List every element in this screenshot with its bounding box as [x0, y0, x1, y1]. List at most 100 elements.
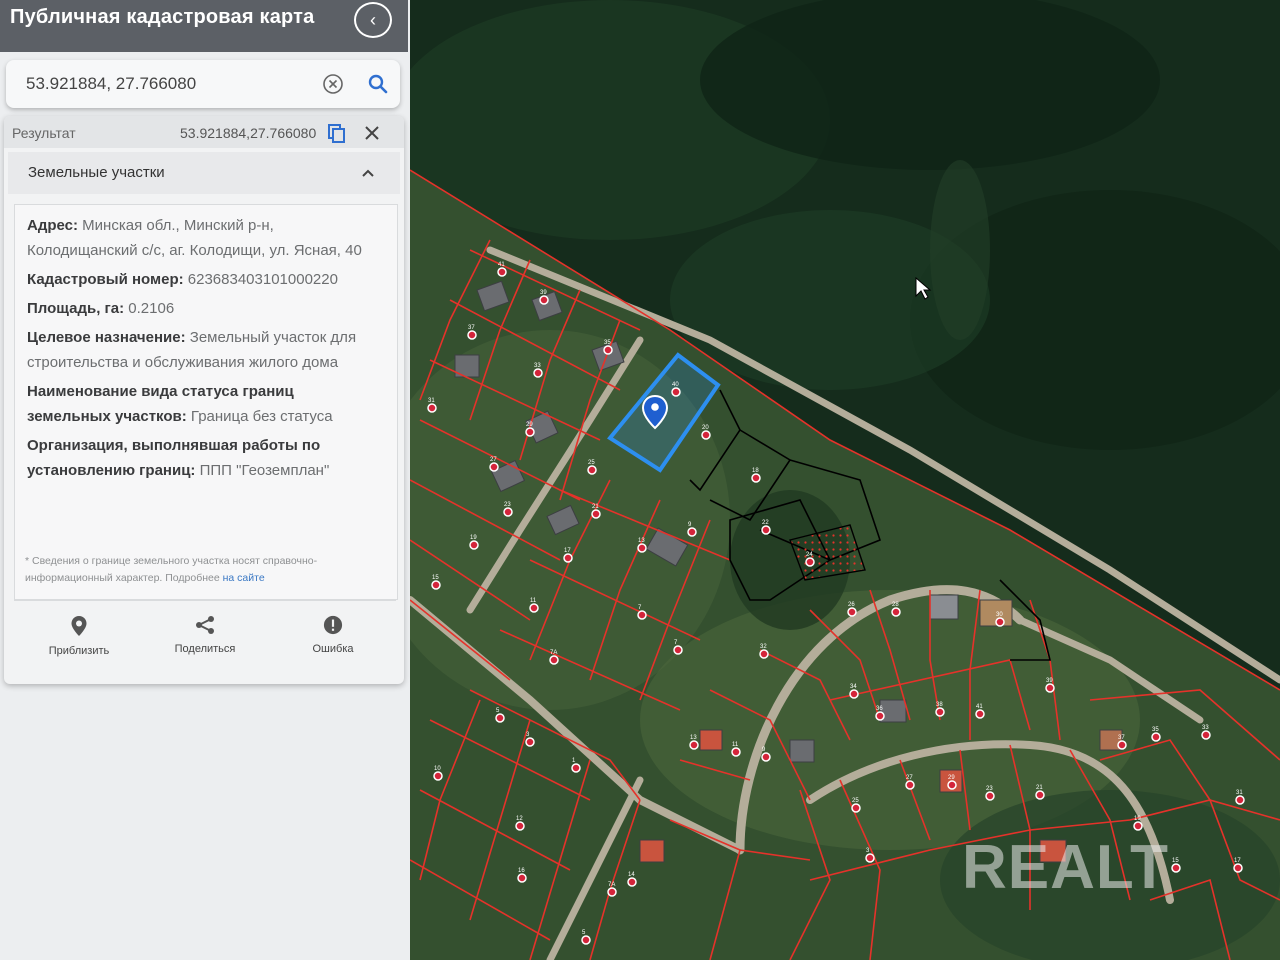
plot-marker[interactable] [875, 711, 885, 721]
plot-marker[interactable] [849, 689, 859, 699]
report-error-button[interactable]: Ошибка [278, 615, 388, 657]
plot-number-label: 23 [504, 502, 511, 508]
plot-marker[interactable] [587, 465, 597, 475]
sidebar: Публичная кадастровая карта ‹ Результат … [0, 0, 410, 960]
plot-marker[interactable] [603, 345, 613, 355]
plot-marker[interactable] [431, 580, 441, 590]
location-pin-icon [71, 616, 87, 636]
plot-number-label: 15 [1172, 858, 1179, 864]
share-button[interactable]: Поделиться [150, 615, 260, 657]
plot-marker[interactable] [975, 709, 985, 719]
plot-number-label: 33 [534, 363, 541, 369]
plot-marker[interactable] [489, 462, 499, 472]
forest-clearing [930, 160, 990, 340]
search-input[interactable] [24, 72, 308, 96]
plot-marker[interactable] [571, 763, 581, 773]
clear-icon[interactable] [322, 73, 344, 95]
plot-marker[interactable] [947, 780, 957, 790]
plot-marker[interactable] [1151, 732, 1161, 742]
plot-marker[interactable] [515, 821, 525, 831]
search-box [6, 60, 400, 108]
plot-marker[interactable] [847, 607, 857, 617]
plot-marker[interactable] [503, 507, 513, 517]
plot-marker[interactable] [525, 427, 535, 437]
plot-number-label: 21 [592, 504, 599, 510]
plot-number-label: 31 [428, 398, 435, 404]
plot-marker[interactable] [761, 752, 771, 762]
plot-marker[interactable] [591, 509, 601, 519]
plot-marker[interactable] [469, 540, 479, 550]
boundary-status-field: Наименование вида статуса границ земельн… [27, 379, 377, 429]
plot-marker[interactable] [995, 617, 1005, 627]
plot-marker[interactable] [1133, 821, 1143, 831]
plot-marker[interactable] [805, 557, 815, 567]
plot-number-label: 24 [806, 552, 813, 558]
plot-marker[interactable] [905, 780, 915, 790]
plot-marker[interactable] [433, 771, 443, 781]
plot-number-label: 40 [672, 382, 679, 388]
plot-marker[interactable] [581, 935, 591, 945]
plot-number-label: 18 [752, 468, 759, 474]
search-icon[interactable] [366, 72, 390, 96]
chevron-up-icon[interactable] [360, 166, 376, 180]
plot-marker[interactable] [637, 543, 647, 553]
plot-marker[interactable] [761, 525, 771, 535]
plot-marker[interactable] [1235, 795, 1245, 805]
zoom-label: Приблизить [48, 645, 110, 657]
plot-marker[interactable] [549, 655, 559, 665]
cadastral-label: Кадастровый номер: [27, 271, 184, 288]
status-value: Граница без статуса [190, 408, 333, 425]
parcel-details: Адрес: Минская обл., Минский р-н, Колоди… [14, 204, 398, 600]
close-icon[interactable] [362, 123, 382, 143]
plot-marker[interactable] [1045, 683, 1055, 693]
plot-marker[interactable] [533, 368, 543, 378]
plot-marker[interactable] [497, 267, 507, 277]
plot-marker[interactable] [701, 430, 711, 440]
plot-marker[interactable] [671, 387, 681, 397]
zoom-button[interactable]: Приблизить [24, 615, 134, 659]
plot-number-label: 11 [732, 742, 739, 748]
plot-marker[interactable] [985, 791, 995, 801]
plot-number-label: 7А [550, 650, 557, 656]
plot-marker[interactable] [427, 403, 437, 413]
plot-marker[interactable] [1117, 740, 1127, 750]
plot-marker[interactable] [1233, 863, 1243, 873]
land-plots-section-header[interactable]: Земельные участки [8, 152, 400, 194]
plot-number-label: 7А [608, 882, 615, 888]
plot-marker[interactable] [627, 877, 637, 887]
plot-marker[interactable] [539, 295, 549, 305]
plot-number-label: 39 [540, 290, 547, 296]
plot-marker[interactable] [673, 645, 683, 655]
plot-marker[interactable] [689, 740, 699, 750]
plot-marker[interactable] [731, 747, 741, 757]
plot-marker[interactable] [891, 607, 901, 617]
collapse-sidebar-button[interactable]: ‹ [354, 2, 392, 38]
error-icon [323, 615, 343, 635]
plot-marker[interactable] [935, 707, 945, 717]
plot-marker[interactable] [1201, 730, 1211, 740]
plot-marker[interactable] [517, 873, 527, 883]
note-link[interactable]: на сайте [223, 572, 265, 584]
plot-marker[interactable] [759, 649, 769, 659]
result-row: Результат 53.921884,27.766080 [4, 116, 404, 148]
plot-marker[interactable] [525, 737, 535, 747]
plot-number-label: 33 [1202, 725, 1209, 731]
plot-number-label: 10 [434, 766, 441, 772]
cadastral-number-field: Кадастровый номер: 623683403101000220 [27, 267, 377, 292]
plot-marker[interactable] [529, 603, 539, 613]
plot-marker[interactable] [637, 610, 647, 620]
plot-marker[interactable] [467, 330, 477, 340]
cadastral-map[interactable]: 404139373533312927 2523 211917151311977А53… [410, 0, 1280, 960]
plot-marker[interactable] [607, 887, 617, 897]
plot-marker[interactable] [851, 803, 861, 813]
copy-icon[interactable] [326, 122, 348, 144]
plot-number-label: 38 [936, 702, 943, 708]
plot-marker[interactable] [1035, 790, 1045, 800]
plot-marker[interactable] [563, 553, 573, 563]
plot-marker[interactable] [495, 713, 505, 723]
plot-marker[interactable] [751, 473, 761, 483]
plot-marker[interactable] [687, 527, 697, 537]
plot-number-label: 41 [498, 262, 505, 268]
plot-marker[interactable] [1171, 863, 1181, 873]
plot-marker[interactable] [865, 853, 875, 863]
